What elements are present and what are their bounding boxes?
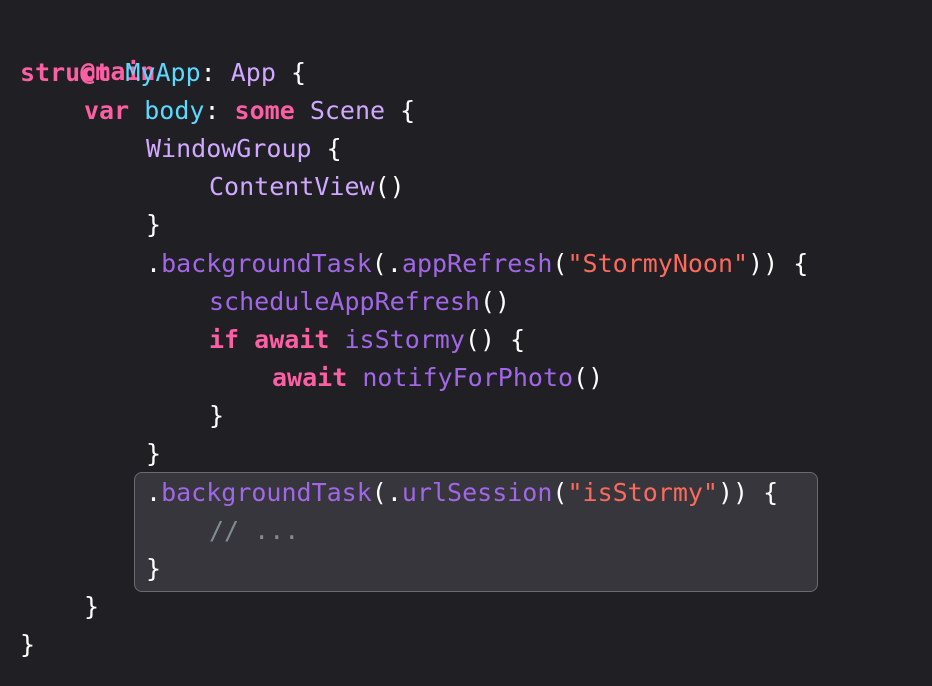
code-line-6: }: [146, 210, 162, 239]
code-line-1: @main: [20, 15, 155, 86]
func-isstormy: isStormy: [344, 325, 465, 354]
code-line-5: ContentView(): [209, 172, 405, 201]
type-windowgroup: WindowGroup: [146, 134, 312, 163]
func-scheduleapprefresh: scheduleAppRefresh: [209, 287, 480, 316]
struct-name: MyApp: [125, 58, 201, 87]
code-line-8: scheduleAppRefresh(): [209, 287, 511, 316]
code-line-3: var body: some Scene {: [84, 96, 416, 125]
keyword-var: var: [84, 96, 130, 125]
property-body: body: [144, 96, 205, 125]
type-scene: Scene: [309, 96, 386, 125]
func-backgroundtask: backgroundTask: [161, 478, 372, 507]
func-urlsession: urlSession: [401, 478, 553, 507]
keyword-await: await: [254, 325, 330, 354]
keyword-if: if: [209, 325, 240, 354]
protocol-app: App: [230, 58, 276, 87]
code-line-11: }: [209, 401, 225, 430]
func-backgroundtask: backgroundTask: [161, 249, 372, 278]
keyword-some: some: [234, 96, 295, 125]
code-line-7: .backgroundTask(.appRefresh("StormyNoon"…: [146, 249, 809, 278]
code-editor: @main struct MyApp: App { var body: some…: [0, 0, 932, 686]
code-line-2: struct MyApp: App {: [20, 58, 307, 87]
code-line-10: await notifyForPhoto(): [272, 363, 604, 392]
string-stormynoon: "StormyNoon": [567, 249, 749, 278]
code-line-15: }: [146, 554, 162, 583]
code-line-13: .backgroundTask(.urlSession("isStormy"))…: [146, 478, 779, 507]
keyword-await: await: [272, 363, 348, 392]
func-notifyforphoto: notifyForPhoto: [362, 363, 574, 392]
func-apprefresh: appRefresh: [401, 249, 553, 278]
code-line-14: // ...: [209, 512, 299, 550]
keyword-struct: struct: [20, 58, 111, 87]
code-line-16: }: [84, 592, 100, 621]
code-line-12: }: [146, 439, 162, 468]
string-isstormy: "isStormy": [567, 478, 718, 507]
code-comment: // ...: [209, 516, 300, 545]
type-contentview: ContentView: [209, 172, 375, 201]
code-line-4: WindowGroup {: [146, 134, 342, 163]
code-line-17: }: [20, 630, 36, 659]
code-line-9: if await isStormy() {: [209, 325, 526, 354]
